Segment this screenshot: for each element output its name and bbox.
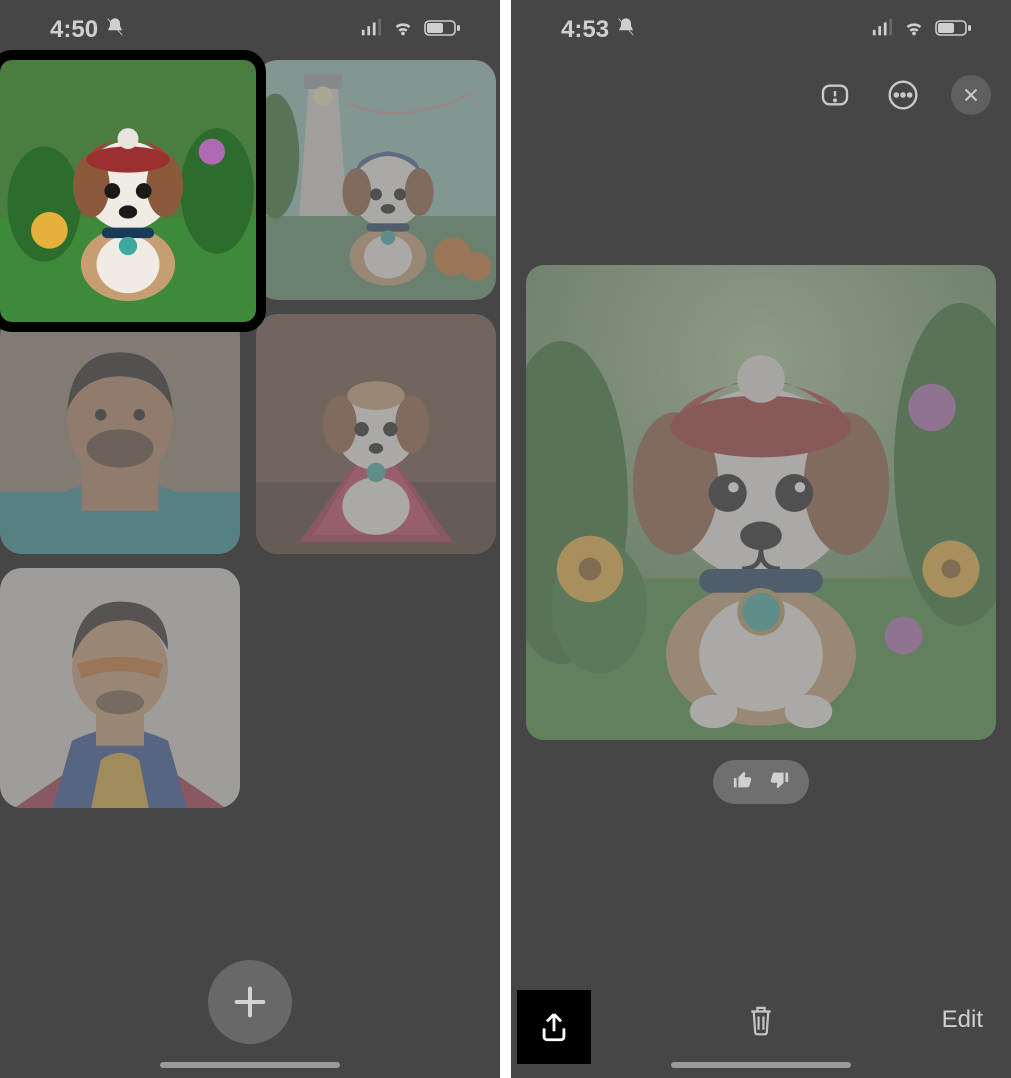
silent-icon [615,16,637,45]
status-right [871,17,971,44]
battery-icon [935,19,971,42]
thumb-dog-lighthouse[interactable] [256,60,496,300]
thumb-man-superhero[interactable] [0,568,240,808]
add-button[interactable] [208,960,292,1044]
wifi-icon [392,17,414,44]
status-right [360,17,460,44]
home-indicator [160,1062,340,1068]
status-bar: 4:50 [0,0,500,60]
close-button[interactable] [951,75,991,115]
status-left: 4:50 [50,16,126,45]
thumbs-down-button[interactable] [768,769,790,796]
cellular-icon [871,17,893,44]
battery-icon [424,19,460,42]
feedback-pill [713,760,809,804]
main-image[interactable] [526,265,996,740]
status-time: 4:53 [561,16,609,44]
silent-icon [104,16,126,45]
more-button[interactable] [883,75,923,115]
thumb-dog-cape[interactable] [256,314,496,554]
wifi-icon [903,17,925,44]
selected-thumb-highlight [0,60,256,322]
share-button[interactable] [517,990,591,1064]
report-button[interactable] [815,75,855,115]
cellular-icon [360,17,382,44]
status-time: 4:50 [50,16,98,44]
status-bar: 4:53 [511,0,1011,60]
delete-button[interactable] [746,1003,776,1042]
right-phone-detail: 4:53 [511,0,1011,1078]
status-left: 4:53 [561,16,637,45]
top-actions [815,75,991,115]
home-indicator [671,1062,851,1068]
edit-button[interactable]: Edit [942,1006,983,1034]
left-phone-gallery: 4:50 [0,0,500,1078]
thumb-man-teal[interactable] [0,314,240,554]
thumbs-up-button[interactable] [732,769,754,796]
